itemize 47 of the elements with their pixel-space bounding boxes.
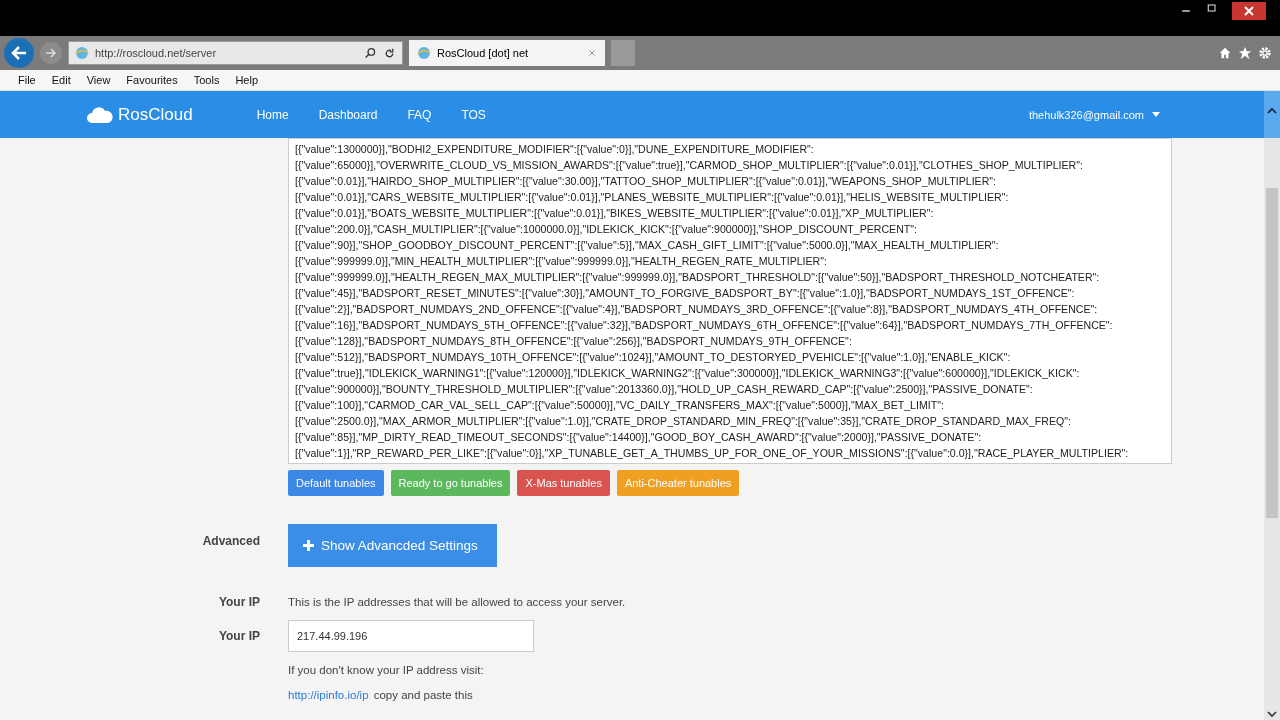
star-icon[interactable] bbox=[1238, 46, 1252, 60]
preset-button[interactable]: Ready to go tunables bbox=[390, 470, 511, 496]
ip-input[interactable]: 217.44.99.196 bbox=[288, 620, 534, 652]
close-icon[interactable] bbox=[1232, 2, 1266, 20]
browser-tab[interactable]: RosCloud [dot] net bbox=[409, 40, 605, 66]
help-text: This is the IP addresses that will be allowed to access your server. bbox=[288, 596, 626, 608]
globe-icon bbox=[75, 46, 89, 60]
preset-button[interactable]: X-Mas tunables bbox=[517, 470, 610, 496]
nav-link[interactable]: Home bbox=[256, 107, 289, 122]
address-bar[interactable]: http://roscloud.net/server bbox=[68, 41, 403, 65]
settings-icon[interactable] bbox=[1258, 46, 1272, 60]
close-icon[interactable] bbox=[587, 48, 597, 58]
preset-button[interactable]: Anti-Cheater tunables bbox=[616, 470, 740, 496]
home-icon[interactable] bbox=[1218, 46, 1232, 60]
menu-item[interactable]: File bbox=[18, 74, 36, 86]
refresh-icon[interactable] bbox=[383, 46, 396, 60]
field-label: Your IP bbox=[217, 595, 260, 609]
scroll-down-icon[interactable] bbox=[1266, 708, 1278, 720]
show-settings-button[interactable]: Show Advancded Settings bbox=[288, 524, 497, 567]
field-label: Your IP bbox=[217, 629, 260, 643]
preset-button[interactable]: Default tunables bbox=[288, 470, 384, 496]
nav-link[interactable]: FAQ bbox=[407, 107, 432, 122]
menu-item[interactable]: Edit bbox=[51, 74, 71, 86]
caret-icon bbox=[1152, 112, 1160, 117]
field-label: Advanced bbox=[201, 534, 260, 548]
menu-item[interactable]: Help bbox=[235, 74, 259, 86]
search-icon[interactable] bbox=[364, 46, 377, 60]
menu-item[interactable]: Tools bbox=[193, 74, 220, 86]
plus-icon bbox=[302, 539, 315, 552]
back-arrow-icon bbox=[10, 44, 28, 62]
ipinfo-link[interactable]: http://ipinfo.io/ip bbox=[288, 689, 369, 701]
menu-item[interactable]: View bbox=[86, 74, 111, 86]
restore-icon[interactable] bbox=[1206, 2, 1218, 14]
brand-name[interactable]: RosCloud bbox=[118, 104, 193, 125]
nav-link[interactable]: Dashboard bbox=[318, 107, 378, 122]
back-button[interactable] bbox=[4, 38, 34, 68]
forward-button[interactable] bbox=[40, 42, 62, 64]
menu-item[interactable]: Favourites bbox=[126, 74, 178, 86]
cloud-icon bbox=[86, 105, 114, 124]
page-scrollbar[interactable] bbox=[1264, 138, 1280, 720]
help-text: If you don't know your IP address visit: bbox=[288, 664, 485, 676]
user-menu[interactable]: thehulk326@gmail.com bbox=[1028, 108, 1144, 121]
nav-link[interactable]: TOS bbox=[461, 107, 486, 122]
tunables-textarea[interactable]: [{"value":1300000}],"BODHI2_EXPENDITURE_MODIFIER":[{"value":0}],"DUNE_EXPENDITURE_MODIFIER": [{"value":65000}],"OVERWRITE_CLOUD_VS_MISSION_AWARDS":[{"value":true}],"CARMOD_SHOP_MULTIPLIER":[{"value":0.01}],"CLOTHES_SHOP_MULTIPLIER": [{"value":0.01}],"HAIRDO_SHOP_MULTIPLIER":[{"value":30.00}],"TATTOO_SHOP_MULTIPLIER":[{"value":0.01}],"WEAPONS_SHOP_MULTIPLIER": [{"value":0.01}],"CARS_WEBSITE_MULTIPLIER":[{"value":0.01}],"PLANES_WEBSITE_MULTIPLIER":[{"value":0.01}],"HELIS_WEBSITE_MULTIPLIER": [{"value":0.01}],"BOATS_WEBSITE_MULTIPLIER":[{"value":0.01}],"BIKES_WEBSITE_MULTIPLIER":[{"value":0.01}],"XP_MULTIPLIER": [{"value":200.0}],"CASH_MULTIPLIER":[{"value":1000000.0}],"IDLEKICK_KICK":[{"value":900000}],"SHOP_DISCOUNT_PERCENT": [{"value":90}],"SHOP_GOODBOY_DISCOUNT_PERCENT":[{"value":5}],"MAX_CASH_GIFT_LIMIT":[{"value":5000.0}],"MAX_HEALTH_MULTIPLIER": [{"value":999999.0}],"MIN_HEALTH_MULTIPLIER":[{"value":999999.0}],"HEALTH_REGEN_RATE_MULTIPLIER": [{"value":999999.0}],"HEALTH_REGEN_MAX_MULTIPLIER":[{"value":999999.0}],"BADSPORT_THRESHOLD":[{"value":50}],"BADSPORT_THRESHOLD_NOTCHEATER": [{"value":45}],"BADSPORT_RESET_MINUTES":[{"value":30}],"AMOUNT_TO_FORGIVE_BADSPORT_BY":[{"value":1.0}],"BADSPORT_NUMDAYS_1ST_OFFENCE": [{"value":2}],"BADSPORT_NUMDAYS_2ND_OFFENCE":[{"value":4}],"BADSPORT_NUMDAYS_3RD_OFFENCE":[{"value":8}],"BADSPORT_NUMDAYS_4TH_OFFENCE": [{"value":16}],"BADSPORT_NUMDAYS_5TH_OFFENCE":[{"value":32}],"BADSPORT_NUMDAYS_6TH_OFFENCE":[{"value":64}],"BADSPORT_NUMDAYS_7TH_OFFENCE": [{"value":128}],"BADSPORT_NUMDAYS_8TH_OFFENCE":[{"value":256}],"BADSPORT_NUMDAYS_9TH_OFFENCE": [{"value":512}],"BADSPORT_NUMDAYS_10TH_OFFENCE":[{"value":1024}],"AMOUNT_TO_DESTORYED_PVEHICLE":[{"value":1.0}],"ENABLE_KICK": [{"value":true}],"IDLEKICK_WARNING1":[{"value":120000}],"IDLEKICK_WARNING2":[{"value":300000}],"IDLEKICK_WARNING3":[{"value":600000}],"IDLEKICK_KICK": [{"value":900000}],"BOUNTY_THRESHOLD_MULTIPLIER":[{"value":2013360.0}],"HOLD_UP_CASH_REWARD_CAP":[{"value":2500}],"PASSIVE_DONATE": [{"value":100}],"CARMOD_CAR_VAL_SELL_CAP":[{"value":50000}],"VC_DAILY_TRANSFERS_MAX":[{"value":5000}],"MAX_BET_LIMIT": [{"value":2500.0}],"MAX_ARMOR_MULTIPLIER":[{"value":1.0}],"CRATE_DROP_STANDARD_MIN_FREQ":[{"value":35}],"CRATE_DROP_STANDARD_MAX_FREQ": [{"value":85}],"MP_DIRTY_READ_TIMEOUT_SECONDS":[{"value":14400}],"GOOD_BOY_CASH_AWARD":[{"value":2000}],"PASSIVE_DONATE": [{"value":1}],"RP_REWARD_PER_LIKE":[{"value":0}],"XP_TUNABLE_GET_A_THUMBS_UP_FOR_ONE_OF_YOUR_MISSIONS":[{"value":0.0}],"RACE_PLAYER_MULTIPLIER": bbox=[288, 138, 1172, 464]
globe-icon bbox=[417, 46, 431, 60]
forward-arrow-icon bbox=[45, 47, 57, 59]
help-text: copy and paste this bbox=[373, 689, 473, 701]
